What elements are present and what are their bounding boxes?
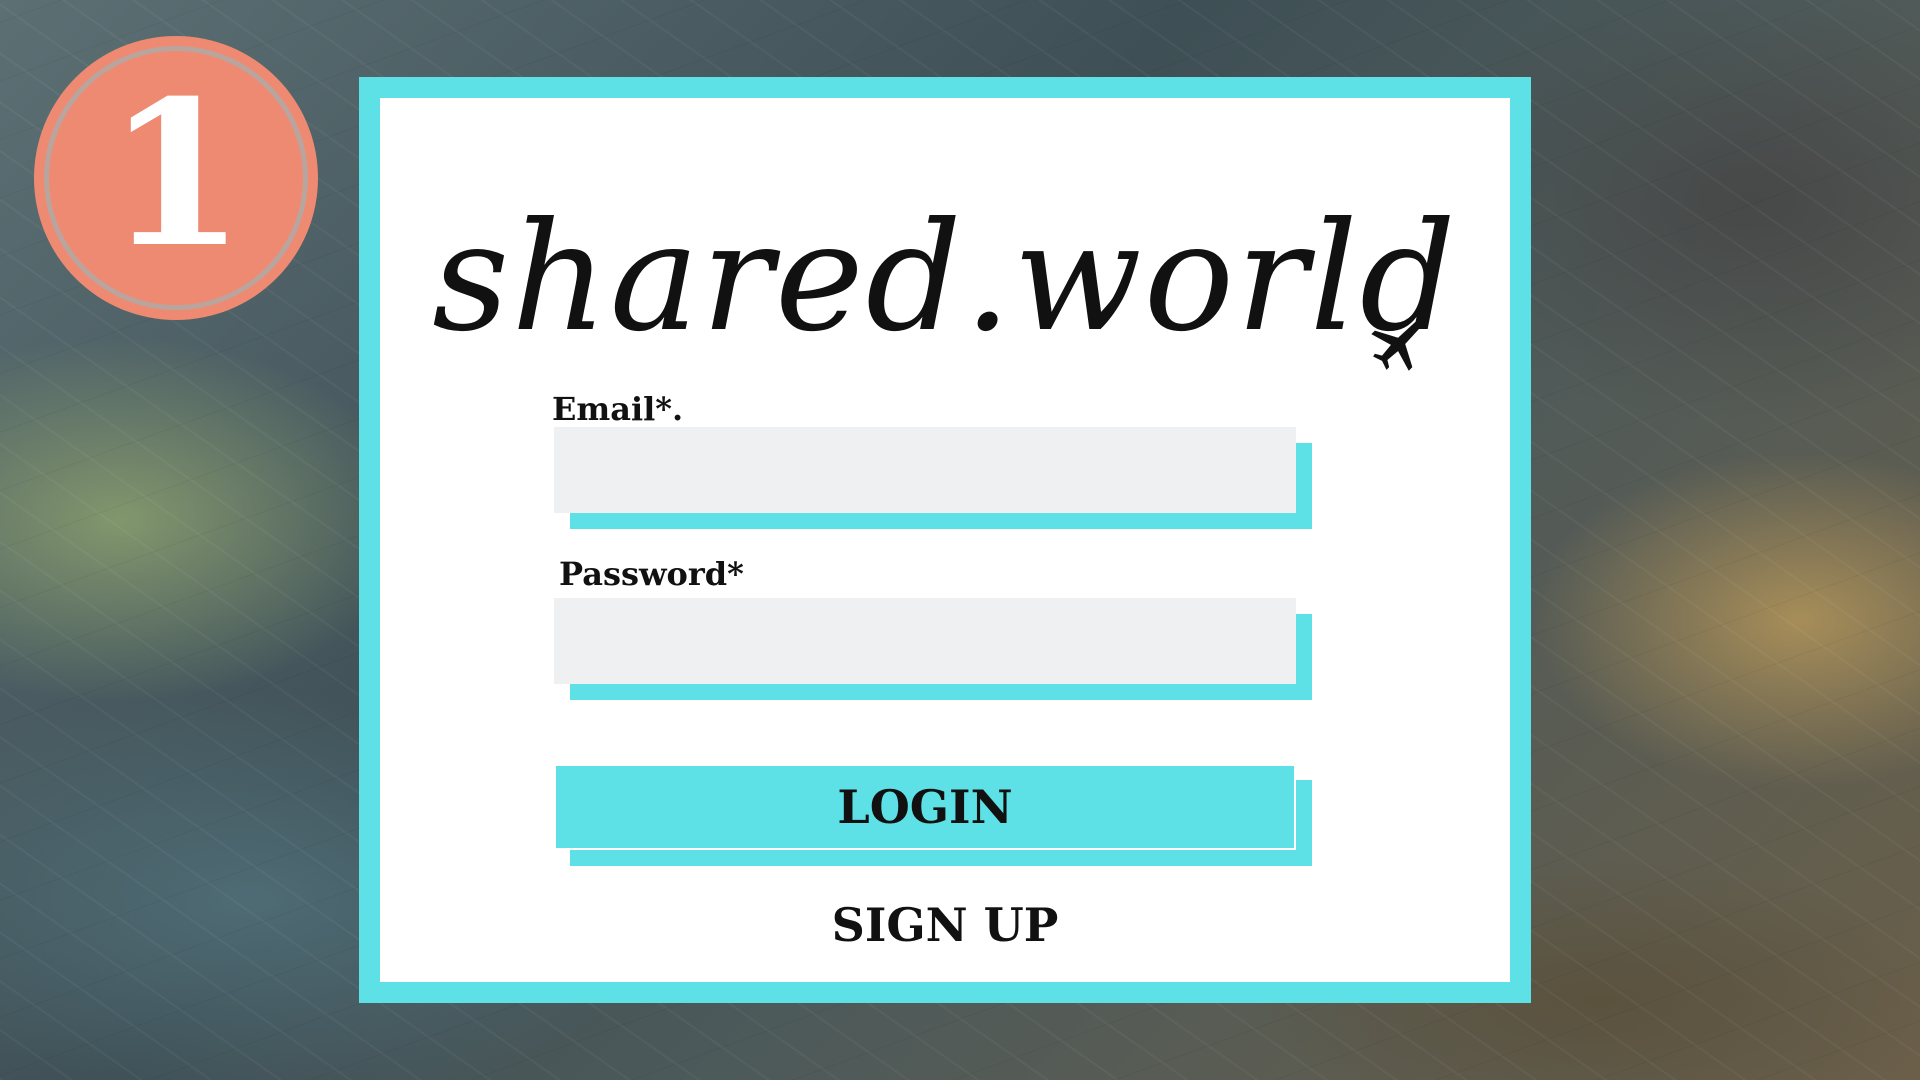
password-field-wrap — [554, 598, 1312, 700]
login-button-wrap: LOGIN — [554, 764, 1312, 866]
email-field[interactable] — [554, 427, 1296, 513]
password-label: Password* — [559, 555, 744, 593]
logo-text: shared.world — [432, 191, 1458, 365]
login-button[interactable]: LOGIN — [554, 764, 1296, 850]
password-field[interactable] — [554, 598, 1296, 684]
email-label: Email*. — [552, 390, 684, 428]
airplane-icon — [1371, 318, 1425, 371]
signup-link[interactable]: SIGN UP — [380, 898, 1510, 952]
step-badge: 1 — [34, 36, 318, 320]
login-card: shared.world Email*. Password* LOGIN SIG… — [359, 77, 1531, 1003]
app-logo: shared.world — [380, 203, 1510, 371]
step-number: 1 — [106, 57, 246, 292]
email-field-wrap — [554, 427, 1312, 529]
